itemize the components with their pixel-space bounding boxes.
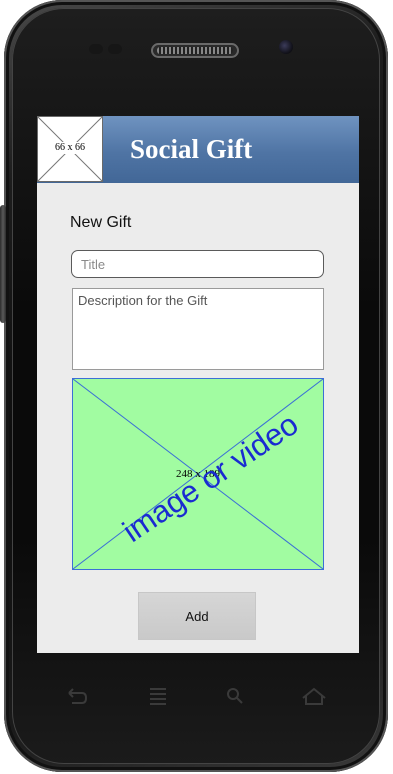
sensor-icon: [108, 44, 122, 54]
logo-placeholder-label: 66 x 66: [38, 142, 102, 154]
home-icon[interactable]: [299, 682, 329, 712]
earpiece-speaker: [151, 43, 239, 58]
volume-button: [0, 205, 6, 323]
system-nav-bar: [37, 655, 359, 735]
logo-image-placeholder: 66 x 66: [37, 116, 103, 182]
add-button[interactable]: Add: [138, 592, 256, 640]
search-icon[interactable]: [220, 682, 250, 712]
media-upload-area[interactable]: 248 x 189 image or video: [72, 378, 324, 570]
front-camera-icon: [279, 40, 293, 54]
app-title: Social Gift: [130, 134, 253, 164]
back-icon[interactable]: [61, 682, 91, 712]
app-screen: 66 x 66 Social Gift New Gift 248 x 189 i…: [37, 116, 359, 653]
menu-icon[interactable]: [143, 682, 173, 712]
sensor-icon: [89, 44, 103, 54]
description-field[interactable]: [72, 288, 324, 370]
page-title: New Gift: [70, 214, 132, 231]
device-frame: 66 x 66 Social Gift New Gift 248 x 189 i…: [0, 0, 393, 774]
title-input[interactable]: [71, 250, 324, 278]
app-header: 66 x 66 Social Gift: [37, 116, 359, 183]
